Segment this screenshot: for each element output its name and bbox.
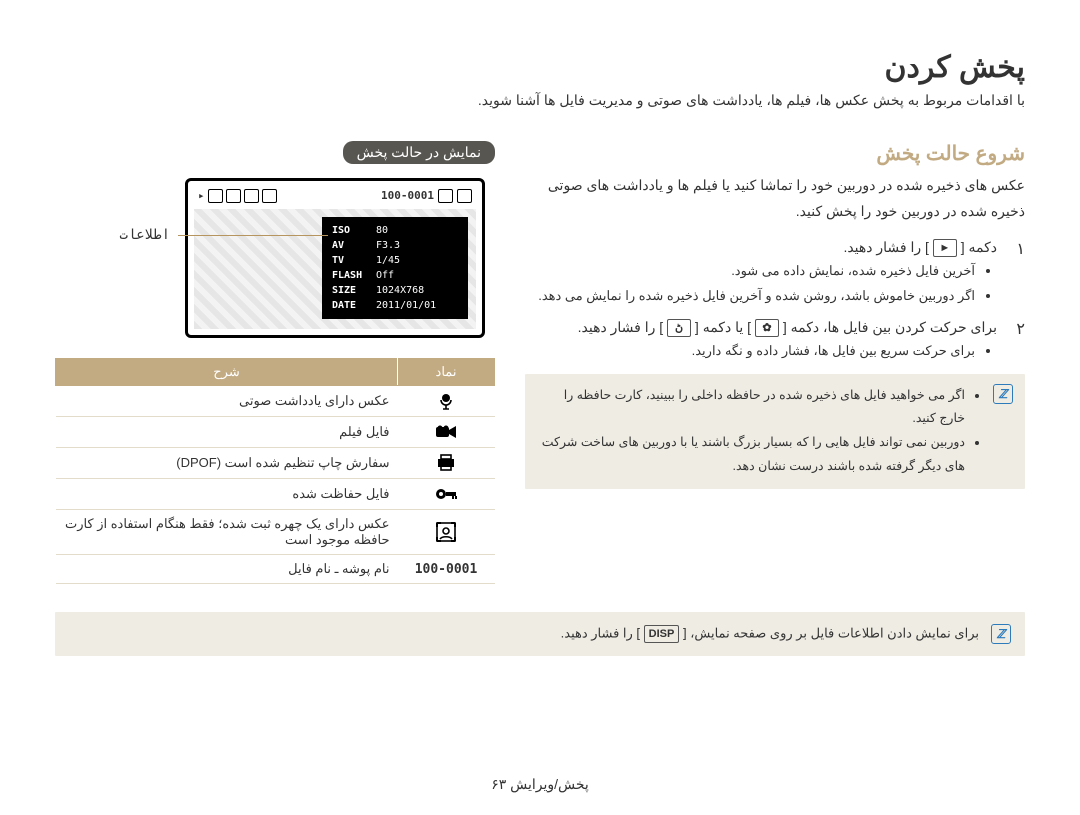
legend-desc: فایل فیلم	[56, 417, 398, 448]
callout-line	[178, 235, 328, 236]
legend-desc: سفارش چاپ تنظیم شده است (DPOF)	[56, 448, 398, 479]
step-2-bullets: برای حرکت سریع بین فایل ها، فشار داده و …	[525, 339, 997, 364]
camera-top-bar: ▸ 100-0001	[194, 187, 476, 209]
bottom-note: برای نمایش دادن اطلاعات فایل بر روی صفحه…	[55, 612, 1025, 656]
section-heading: شروع حالت پخش	[525, 141, 1025, 166]
table-row: سفارش چاپ تنظیم شده است (DPOF)	[56, 448, 495, 479]
table-row: عکس دارای یک چهره ثبت شده؛ فقط هنگام است…	[56, 510, 495, 555]
right-column: شروع حالت پخش عکس های ذخیره شده در دوربی…	[525, 141, 1025, 584]
timer-button-icon: ڻ	[667, 319, 691, 337]
table-row: فایل حفاظت شده	[56, 479, 495, 510]
legend-table: نماد شرح عکس دارای یادداشت صوتی	[55, 358, 495, 584]
camera-top-right-icons: 100-0001	[381, 189, 472, 203]
info-icon: ℤ	[991, 624, 1011, 644]
step-1-bullets: آخرین فایل ذخیره شده، نمایش داده می شود.…	[525, 259, 997, 308]
legend-header-icon: نماد	[398, 358, 495, 385]
status-icon	[226, 189, 241, 203]
camera-image-area: ISO80 AVF3.3 TV1/45 FLASHOff SIZE1024X76…	[194, 209, 476, 329]
note-item: اگر می خواهید فایل های ذخیره شده در حافظ…	[537, 384, 965, 432]
table-row: فایل فیلم	[56, 417, 495, 448]
microphone-icon	[398, 385, 495, 416]
page: پخش کردن با اقدامات مربوط به پخش عکس ها،…	[0, 0, 1080, 815]
intro-text: عکس های ذخیره شده در دوربین خود را تماشا…	[525, 172, 1025, 225]
print-icon	[398, 448, 495, 479]
note-box: اگر می خواهید فایل های ذخیره شده در حافظ…	[525, 374, 1025, 489]
bullet: اگر دوربین خاموش باشد، روشن شده و آخرین …	[525, 284, 975, 309]
legend-desc: نام پوشه ـ نام فایل	[56, 555, 398, 584]
disp-button-icon: DISP	[644, 625, 680, 643]
card-icon	[438, 189, 453, 203]
status-icon	[244, 189, 259, 203]
file-number-icon: 100-0001	[398, 555, 495, 584]
step-text: دکمه [ ► ] را فشار دهید.	[843, 239, 997, 255]
status-icon	[262, 189, 277, 203]
legend-desc: عکس دارای یادداشت صوتی	[56, 385, 398, 416]
legend-header-desc: شرح	[56, 358, 398, 385]
face-icon	[398, 510, 495, 555]
macro-button-icon: ✿	[755, 319, 779, 337]
play-button-icon: ►	[933, 239, 957, 257]
camera-preview-wrap: ▸ 100-0001	[55, 178, 495, 338]
bottom-note-text: برای نمایش دادن اطلاعات فایل بر روی صفحه…	[69, 625, 979, 643]
camera-top-left-icons: ▸	[198, 189, 277, 203]
instruction-list: ۱ دکمه [ ► ] را فشار دهید. آخرین فایل ذخ…	[525, 239, 1025, 364]
step-number: ۲	[1016, 319, 1025, 339]
legend-desc: فایل حفاظت شده	[56, 479, 398, 510]
page-title: پخش کردن	[55, 50, 1025, 85]
table-row: عکس دارای یادداشت صوتی	[56, 385, 495, 416]
callout-label: اطلاعات	[119, 227, 170, 243]
step-1: ۱ دکمه [ ► ] را فشار دهید. آخرین فایل ذخ…	[525, 239, 1025, 309]
play-icon: ▸	[198, 189, 205, 202]
legend-desc: عکس دارای یک چهره ثبت شده؛ فقط هنگام است…	[56, 510, 398, 555]
page-subtitle: با اقدامات مربوط به پخش عکس ها، فیلم ها،…	[55, 89, 1025, 113]
camera-info-overlay: ISO80 AVF3.3 TV1/45 FLASHOff SIZE1024X76…	[322, 217, 468, 319]
lock-icon	[398, 479, 495, 510]
info-icon: ℤ	[993, 384, 1013, 404]
table-row: 100-0001 نام پوشه ـ نام فایل	[56, 555, 495, 584]
page-footer: پخش/ویرایش ۶۳	[0, 776, 1080, 793]
columns: شروع حالت پخش عکس های ذخیره شده در دوربی…	[55, 141, 1025, 584]
note-item: دوربین نمی تواند فایل هایی را که بسیار ب…	[537, 431, 965, 479]
note-content: اگر می خواهید فایل های ذخیره شده در حافظ…	[537, 384, 983, 479]
bullet: آخرین فایل ذخیره شده، نمایش داده می شود.	[525, 259, 975, 284]
step-number: ۱	[1016, 239, 1025, 259]
step-2: ۲ برای حرکت کردن بین فایل ها، دکمه [ ✿ ]…	[525, 319, 1025, 364]
status-icon	[208, 189, 223, 203]
file-counter: 100-0001	[381, 189, 434, 202]
mode-label: نمایش در حالت پخش	[343, 141, 495, 164]
camera-preview: ▸ 100-0001	[185, 178, 485, 338]
battery-icon	[457, 189, 472, 203]
step-text: برای حرکت کردن بین فایل ها، دکمه [ ✿ ] ی…	[578, 319, 997, 335]
left-column: نمایش در حالت پخش ▸ 100-0001	[55, 141, 495, 584]
video-icon	[398, 417, 495, 448]
bullet: برای حرکت سریع بین فایل ها، فشار داده و …	[525, 339, 975, 364]
